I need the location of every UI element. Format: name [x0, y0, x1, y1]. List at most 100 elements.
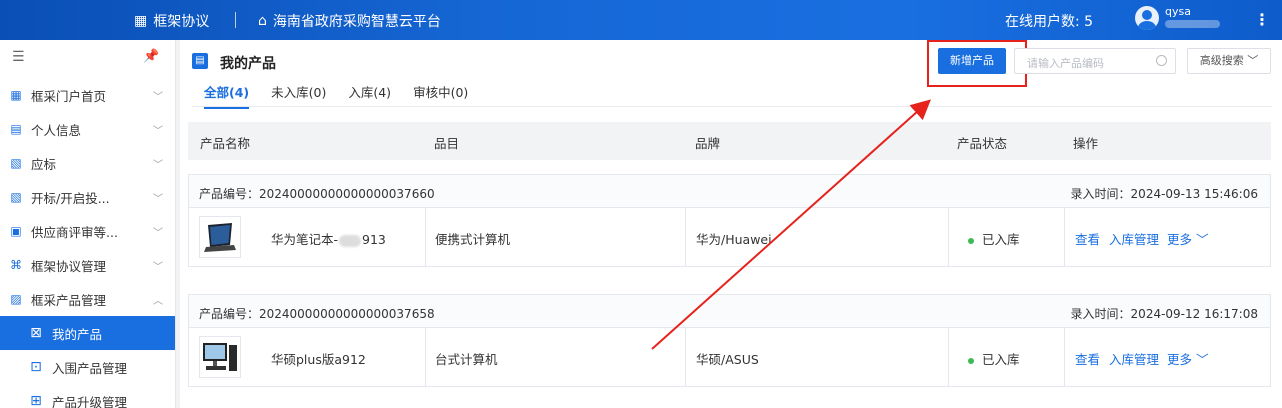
divider: [235, 12, 236, 28]
advanced-search-button[interactable]: 高级搜索 ﹀: [1187, 48, 1271, 74]
status-dot: [968, 237, 974, 244]
chevron-down-icon: ﹀: [1247, 54, 1259, 67]
more-label: 更多: [1167, 232, 1193, 247]
entry-time: 录入时间：2024-09-13 15:46:06: [1070, 187, 1258, 201]
sidebar-item-supplier-review[interactable]: ▣ 供应商评审等... ﹀: [0, 214, 175, 248]
product-group-header: 产品编号：20240000000000000037660 录入时间：2024-0…: [189, 175, 1270, 208]
product-group-header: 产品编号：20240000000000000037658 录入时间：2024-0…: [189, 295, 1270, 328]
table-row: 华为笔记本- 913 便携式计算机 华为/Huawei 已入库 查看 入库管理 更…: [189, 208, 1270, 266]
cell-category: 便携式计算机: [426, 208, 686, 266]
view-link[interactable]: 查看: [1075, 349, 1100, 368]
search-input[interactable]: 请输入产品编码: [1014, 48, 1176, 74]
product-brand: 华为/Huawei: [696, 232, 772, 247]
column-header-name: 产品名称: [200, 136, 251, 151]
redacted-text: [339, 234, 362, 247]
product-icon: ▨: [10, 292, 22, 306]
product-category: 台式计算机: [435, 352, 498, 367]
tab-divider: [192, 106, 1272, 107]
agreement-icon: ⌘: [10, 258, 22, 272]
product-name-suffix: 913: [362, 232, 386, 247]
product-brand: 华硕/ASUS: [696, 352, 759, 367]
product-code: 产品编号：20240000000000000037658: [199, 307, 435, 321]
pin-icon[interactable]: 📌: [143, 49, 159, 64]
tab-under-review[interactable]: 审核中(0): [413, 82, 468, 109]
status-dot: [968, 357, 974, 364]
brand-label: 框架协议: [153, 14, 210, 30]
cell-actions: 查看 入库管理 更多 ﹀: [1065, 328, 1271, 386]
platform-label: 海南省政府采购智慧云平台: [272, 14, 441, 30]
chevron-down-icon: ﹀: [153, 160, 163, 171]
cell-category: 台式计算机: [426, 328, 686, 386]
column-header-category: 品目: [434, 136, 460, 151]
chevron-down-icon: ﹀: [1196, 352, 1209, 367]
status-label: 已入库: [982, 232, 1020, 247]
more-menu-icon[interactable]: ⋮: [1254, 10, 1270, 29]
sidebar-item-label: 框架协议管理: [31, 258, 107, 274]
sidebar-item-bid-opening[interactable]: ▧ 开标/开启投... ﹀: [0, 180, 175, 214]
platform-link[interactable]: ⌂ 海南省政府采购智慧云平台: [258, 11, 441, 31]
table-row: 华硕plus版a912 台式计算机 华硕/ASUS 已入库 查看 入库管理 更多…: [189, 328, 1270, 386]
search-placeholder: 请输入产品编码: [1027, 57, 1104, 70]
cell-name: 华硕plus版a912: [189, 328, 426, 386]
table-header: 产品名称 品目 品牌 产品状态 操作: [188, 122, 1271, 160]
product-name[interactable]: 华为笔记本- 913: [271, 229, 386, 248]
sidebar-item-portal-home[interactable]: ▦ 框采门户首页 ﹀: [0, 78, 175, 112]
page-title: 我的产品: [220, 56, 276, 72]
cell-status: 已入库: [949, 208, 1065, 266]
chevron-down-icon: ﹀: [1196, 232, 1209, 247]
sidebar-item-label: 应标: [31, 156, 57, 172]
view-link[interactable]: 查看: [1075, 229, 1100, 248]
status-badge: 已入库: [968, 229, 1020, 248]
status-label: 已入库: [982, 352, 1020, 367]
grid-icon: ▦: [134, 13, 148, 29]
sidebar-item-bid[interactable]: ▧ 应标 ﹀: [0, 146, 175, 180]
chevron-down-icon: ﹀: [153, 228, 163, 239]
cell-brand: 华硕/ASUS: [686, 328, 949, 386]
more-link[interactable]: 更多 ﹀: [1167, 349, 1209, 368]
chevron-down-icon: ﹀: [153, 126, 163, 137]
sidebar-item-product-mgmt[interactable]: ▨ 框采产品管理 ︿: [0, 282, 175, 316]
column-header-brand: 品牌: [695, 136, 721, 151]
sidebar-item-my-products[interactable]: ⊠ 我的产品: [0, 316, 175, 350]
product-name[interactable]: 华硕plus版a912: [271, 349, 366, 368]
stock-management-link[interactable]: 入库管理: [1109, 349, 1159, 368]
page-icon: ▤: [192, 53, 208, 69]
tab-stored[interactable]: 入库(4): [348, 82, 391, 109]
my-product-icon: ⊠: [30, 325, 42, 341]
sidebar-item-agreement-mgmt[interactable]: ⌘ 框架协议管理 ﹀: [0, 248, 175, 282]
document-icon: ▧: [10, 190, 22, 204]
cell-actions: 查看 入库管理 更多 ﹀: [1065, 208, 1271, 266]
avatar[interactable]: [1135, 6, 1159, 30]
username[interactable]: qysa: [1165, 5, 1191, 18]
brand[interactable]: ▦ 框架协议: [134, 11, 209, 31]
tab-not-stored[interactable]: 未入库(0): [271, 82, 326, 109]
sidebar-item-label: 个人信息: [31, 122, 82, 138]
cell-status: 已入库: [949, 328, 1065, 386]
status-badge: 已入库: [968, 349, 1020, 368]
stock-management-link[interactable]: 入库管理: [1109, 229, 1159, 248]
product-category: 便携式计算机: [435, 232, 511, 247]
hamburger-icon[interactable]: ☰: [12, 49, 25, 65]
sidebar-item-label: 入围产品管理: [52, 360, 128, 376]
chevron-down-icon: ﹀: [153, 194, 163, 205]
top-bar: ▦ 框架协议 ⌂ 海南省政府采购智慧云平台 在线用户数: 5 qysa ⋮: [0, 0, 1282, 40]
product-group: 产品编号：20240000000000000037660 录入时间：2024-0…: [188, 174, 1271, 267]
product-name-prefix: 华为笔记本-: [271, 232, 339, 247]
document-icon: ▧: [10, 156, 22, 170]
product-thumbnail-desktop[interactable]: [199, 336, 241, 378]
sidebar-item-label: 框采门户首页: [31, 88, 107, 104]
sidebar: ☰ 📌 ▦ 框采门户首页 ﹀ ▤ 个人信息 ﹀ ▧ 应标 ﹀ ▧ 开标/开启投.…: [0, 40, 176, 408]
sidebar-item-personal-info[interactable]: ▤ 个人信息 ﹀: [0, 112, 175, 146]
sidebar-item-product-upgrade[interactable]: ⊞ 产品升级管理: [0, 384, 175, 408]
column-header-status: 产品状态: [957, 136, 1008, 151]
sidebar-item-label: 产品升级管理: [52, 394, 128, 408]
chevron-down-icon: ﹀: [153, 262, 163, 273]
sidebar-item-shortlist-products[interactable]: ⊡ 入围产品管理: [0, 350, 175, 384]
more-link[interactable]: 更多 ﹀: [1167, 229, 1209, 248]
sidebar-item-label: 开标/开启投...: [31, 190, 110, 206]
monitor-icon: ▣: [10, 224, 22, 238]
sidebar-item-label: 供应商评审等...: [31, 224, 118, 240]
tab-all[interactable]: 全部(4): [204, 82, 250, 109]
product-thumbnail-laptop[interactable]: [199, 216, 241, 258]
search-icon[interactable]: [1156, 55, 1167, 66]
